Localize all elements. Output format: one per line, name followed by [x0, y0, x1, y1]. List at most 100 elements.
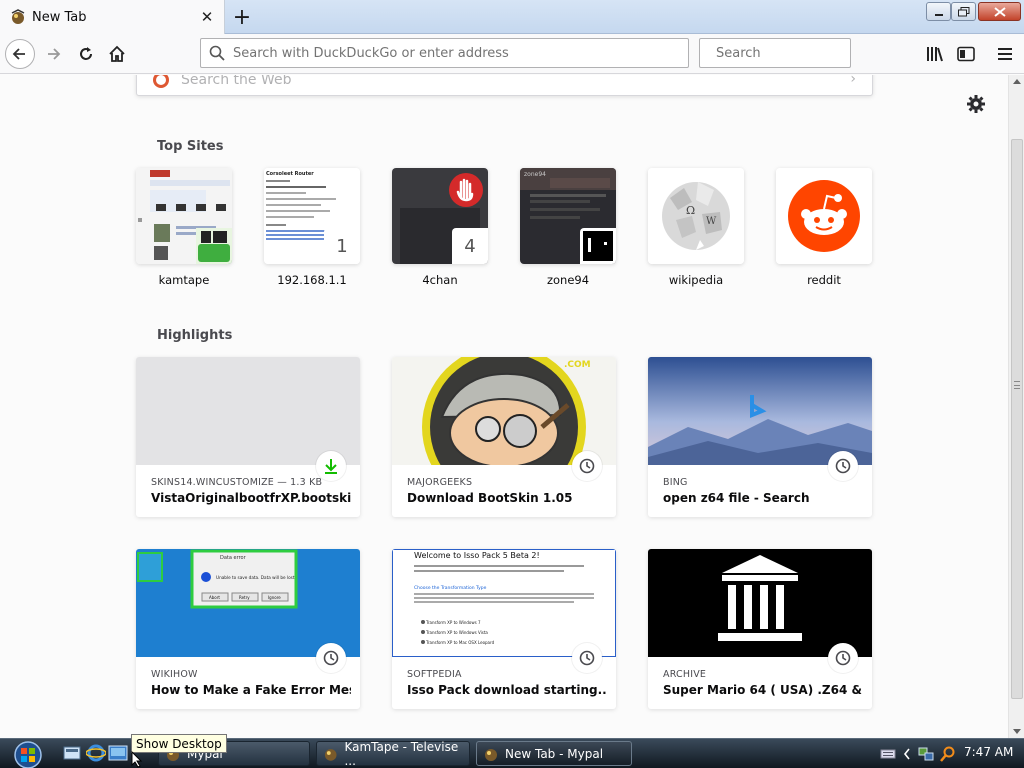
minimize-button[interactable]	[926, 2, 951, 21]
scrollbar-thumb[interactable]	[1011, 139, 1023, 699]
highlight-card[interactable]: Welcome to Isso Pack 5 Beta 2! Choose th…	[392, 549, 616, 709]
clock-face	[579, 458, 595, 474]
top-site-reddit[interactable]: reddit	[776, 168, 872, 287]
sidebar-button[interactable]	[951, 39, 981, 69]
clock-icon[interactable]	[572, 451, 602, 481]
top-site-tile[interactable]	[136, 168, 232, 264]
arrow-right-icon	[48, 48, 61, 60]
url-bar[interactable]	[200, 38, 689, 68]
library-button[interactable]	[920, 39, 950, 69]
clock-icon[interactable]	[828, 451, 858, 481]
top-site-tile[interactable]: zone94	[520, 168, 616, 264]
web-search-placeholder: Search the Web	[181, 75, 292, 88]
top-site-label: zone94	[546, 273, 590, 287]
taskbar-item-label: New Tab - Mypal	[505, 746, 604, 761]
top-site-4chan[interactable]: 4 4chan	[392, 168, 488, 287]
highlight-title: VistaOriginalbootfrXP.bootskin	[151, 491, 351, 505]
top-site-router[interactable]: Corsoleet Router 1 192.168.1.1	[264, 168, 360, 287]
gear-icon[interactable]	[966, 94, 986, 114]
top-site-tile[interactable]	[776, 168, 872, 264]
error-btn-retry: Retry	[239, 595, 250, 600]
show-desktop-tooltip: Show Desktop	[131, 734, 227, 753]
top-site-label: 192.168.1.1	[277, 273, 347, 287]
error-btn-ignore: Ignore	[268, 595, 281, 600]
highlight-card[interactable]: Data error Unable to save data. Data wil…	[136, 549, 360, 709]
chevron-left-icon[interactable]	[902, 747, 912, 761]
isso-heading: Welcome to Isso Pack 5 Beta 2!	[414, 551, 540, 560]
highlight-title: Isso Pack download starting...	[407, 683, 607, 697]
network-icon[interactable]	[918, 746, 934, 762]
library-icon	[927, 47, 943, 62]
highlight-card[interactable]: SKINS14.WINCUSTOMIZE — 1.3 KB VistaOrigi…	[136, 357, 360, 517]
highlight-title: How to Make a Fake Error Messa...	[151, 683, 351, 697]
top-site-tile[interactable]: Corsoleet Router 1	[264, 168, 360, 264]
top-site-wikipedia[interactable]: Ω W wikipedia	[648, 168, 744, 287]
zone94-logo-icon	[580, 228, 616, 264]
highlight-card[interactable]: BING open z64 file - Search	[648, 357, 872, 517]
keyboard-icon[interactable]	[880, 747, 896, 761]
home-button[interactable]	[102, 39, 132, 69]
highlight-source: WIKIHOW	[151, 669, 198, 680]
highlights-title: Highlights	[157, 328, 233, 343]
highlight-card[interactable]: ARCHIVE Super Mario 64 ( USA) .Z64 & .N.…	[648, 549, 872, 709]
router-title-text: Corsoleet Router	[266, 171, 314, 177]
window-close-button[interactable]	[978, 2, 1021, 21]
reload-icon	[80, 47, 92, 60]
explorer-quicklaunch-icon[interactable]	[62, 744, 82, 762]
plus-icon[interactable]: +	[230, 5, 254, 30]
show-desktop-icon[interactable]	[108, 744, 128, 762]
search-tray-icon[interactable]	[940, 746, 956, 762]
tab-new-tab[interactable]: New Tab ✕	[0, 0, 225, 34]
taskbar-clock[interactable]: 7:47 AM	[964, 745, 1013, 759]
bing-mountains-image	[648, 357, 872, 465]
system-tray	[880, 744, 956, 764]
windows-start-orb-icon[interactable]	[8, 739, 48, 768]
top-site-tile[interactable]: 4	[392, 168, 488, 264]
clock-face	[579, 650, 595, 666]
top-sites-title: Top Sites	[157, 139, 224, 154]
maximize-button[interactable]	[951, 2, 976, 21]
menu-button[interactable]	[990, 39, 1020, 69]
taskbar-item-kamtape[interactable]: KamTape - Televise ...	[316, 740, 470, 768]
highlight-source: SOFTPEDIA	[407, 669, 462, 680]
arrow-left-icon	[12, 48, 25, 60]
page-scrollbar[interactable]	[1008, 75, 1024, 738]
forward-button[interactable]	[38, 39, 68, 69]
highlight-source: MAJORGEEKS	[407, 477, 473, 488]
mouse-cursor-icon	[131, 751, 143, 768]
taskbar-item-new-tab[interactable]: New Tab - Mypal	[476, 741, 632, 766]
close-x-icon	[993, 6, 1006, 17]
highlight-thumbnail: Data error Unable to save data. Data wil…	[136, 549, 360, 657]
hamburger-icon	[998, 48, 1012, 60]
back-button[interactable]	[5, 39, 35, 69]
clock-face	[323, 650, 339, 666]
clock-icon[interactable]	[828, 643, 858, 673]
internet-archive-logo-image	[648, 549, 872, 657]
internet-explorer-icon[interactable]	[86, 744, 106, 762]
highlight-card[interactable]: .COM MAJORGEEKS Download BootSkin 1.05	[392, 357, 616, 517]
svg-text:.COM: .COM	[564, 360, 591, 370]
search-bar[interactable]	[699, 38, 886, 68]
reload-button[interactable]	[71, 39, 101, 69]
top-site-label: reddit	[807, 273, 841, 287]
arrow-right-icon[interactable]: ›	[850, 75, 856, 87]
top-site-label: kamtape	[158, 273, 210, 287]
search-engine-logo-icon	[153, 75, 169, 88]
scrollbar-grip-icon	[1014, 381, 1020, 389]
scroll-up-icon[interactable]	[1013, 79, 1021, 84]
url-input[interactable]	[233, 45, 688, 61]
highlight-title: Super Mario 64 ( USA) .Z64 & .N...	[663, 683, 863, 697]
close-icon[interactable]: ✕	[196, 6, 218, 28]
fake-error-desktop-image: Data error Unable to save data. Data wil…	[136, 549, 360, 657]
top-site-kamtape[interactable]: kamtape	[136, 168, 232, 287]
top-site-tile[interactable]: Ω W	[648, 168, 744, 264]
mypal-taskbar-icon	[324, 748, 337, 761]
web-search-box[interactable]: Search the Web ›	[136, 75, 873, 96]
scroll-down-icon[interactable]	[1013, 729, 1021, 734]
new-tab-page: Search the Web › Top Sites kamtape Corso…	[0, 75, 1008, 738]
top-site-zone94[interactable]: zone94 zone94	[520, 168, 616, 287]
mypal-favicon-icon	[11, 9, 25, 24]
search-input[interactable]	[716, 45, 886, 61]
clock-icon[interactable]	[316, 643, 346, 673]
clock-icon[interactable]	[572, 643, 602, 673]
